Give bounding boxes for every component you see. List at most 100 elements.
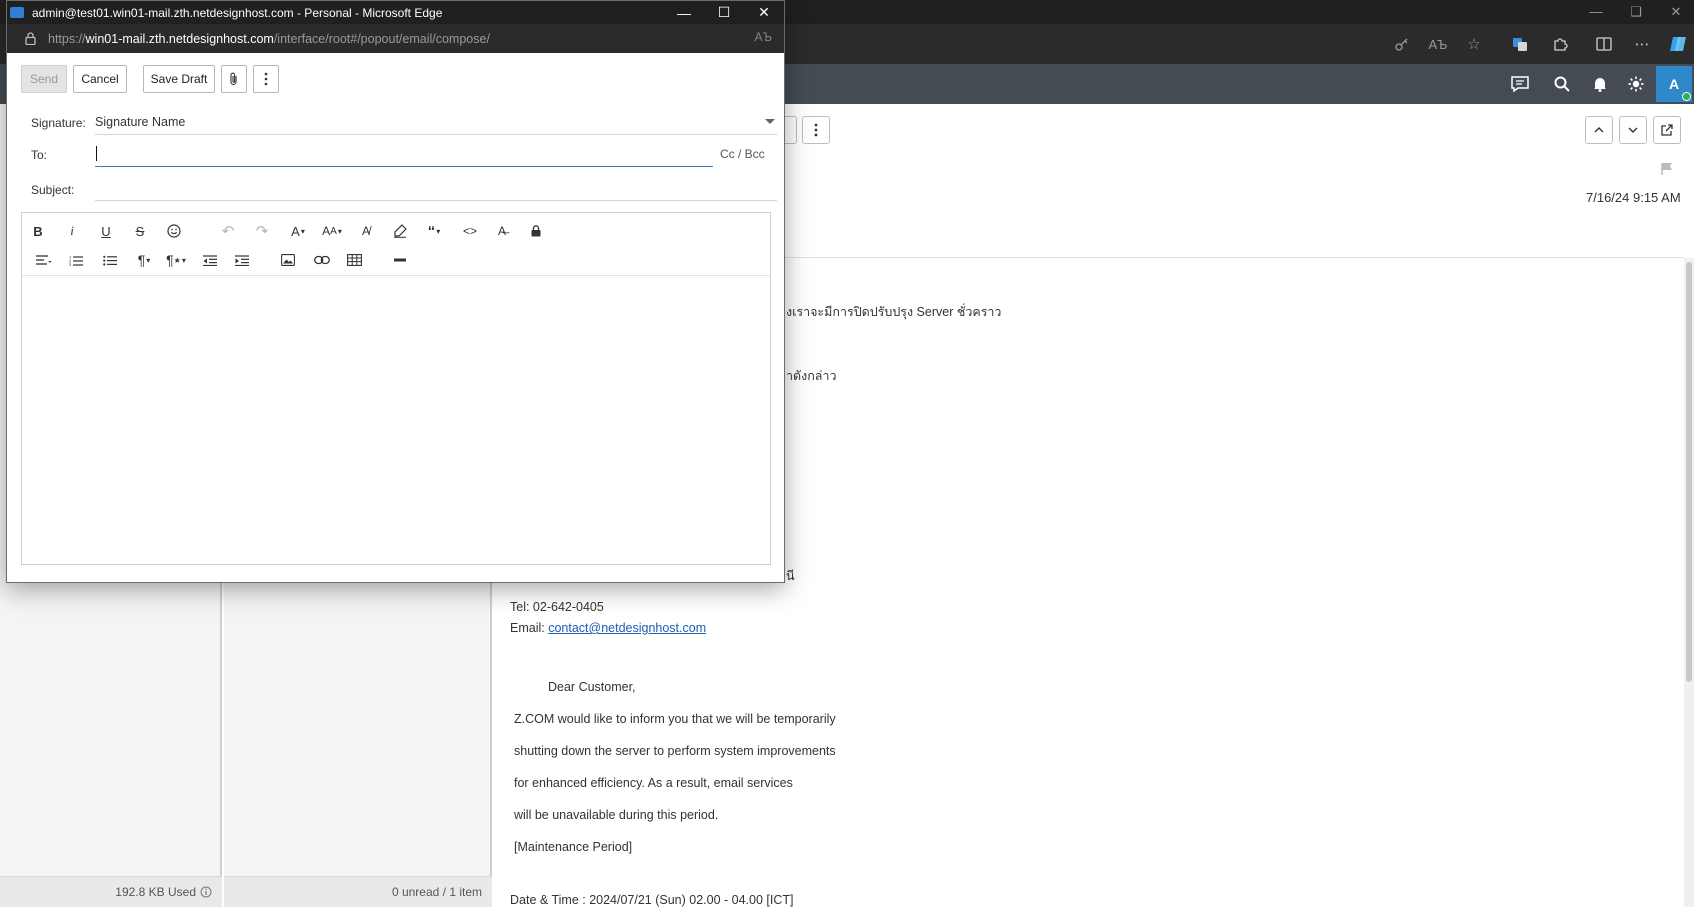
attach-button[interactable]	[221, 65, 247, 93]
lock-icon[interactable]	[524, 219, 548, 243]
editor-body[interactable]	[22, 276, 770, 564]
clear-format-icon[interactable]: A̶	[490, 219, 514, 243]
indent-icon[interactable]	[230, 248, 254, 272]
body-paragraph-line: Z.COM would like to inform you that we w…	[514, 712, 836, 726]
underline-icon[interactable]: U	[94, 219, 118, 243]
copilot-icon[interactable]	[1662, 24, 1694, 64]
body-greeting: Dear Customer,	[548, 680, 636, 694]
popup-minimize-icon[interactable]: —	[664, 1, 704, 24]
favorite-star-icon[interactable]: ☆	[1458, 24, 1490, 64]
signature-select[interactable]: Signature Name	[95, 115, 185, 129]
ordered-list-icon[interactable]: 123	[64, 248, 88, 272]
subject-label: Subject:	[31, 183, 75, 197]
notification-bell-icon[interactable]	[1582, 64, 1618, 104]
info-icon[interactable]	[200, 886, 212, 898]
unread-status: 0 unread / 1 item	[224, 876, 492, 907]
italic-icon[interactable]: i	[60, 219, 84, 243]
main-minimize-icon[interactable]: —	[1576, 0, 1616, 24]
previous-message-button[interactable]	[1585, 116, 1613, 144]
paperclip-icon	[229, 72, 239, 86]
redo-icon[interactable]: ↷	[250, 219, 274, 243]
body-email-line: Email: contact@netdesignhost.com	[510, 621, 706, 635]
link-icon[interactable]	[310, 248, 334, 272]
chevron-down-icon[interactable]	[765, 119, 775, 124]
popup-address-bar[interactable]: https://win01-mail.zth.netdesignhost.com…	[7, 24, 784, 53]
message-editor[interactable]: B i U S ↶ ↷ A ▾ A A ▾ A̸ “▾ <> A̶ 1 2 3 …	[21, 212, 771, 565]
theme-sun-icon[interactable]	[1618, 64, 1654, 104]
more-vertical-icon	[264, 72, 268, 86]
message-more-button[interactable]	[802, 116, 830, 144]
key-icon[interactable]	[1386, 24, 1418, 64]
body-paragraph-line: Date & Time : 2024/07/21 (Sun) 02.00 - 0…	[510, 893, 794, 907]
url-prefix: https://	[48, 31, 86, 46]
quote-icon[interactable]: “▾	[422, 219, 446, 243]
storage-used-text: 192.8 KB Used	[115, 885, 196, 899]
main-close-icon[interactable]: ✕	[1656, 0, 1694, 24]
strikethrough-icon[interactable]: S	[128, 219, 152, 243]
body-tel: Tel: 02-642-0405	[510, 600, 604, 614]
search-icon[interactable]	[1544, 64, 1580, 104]
emoji-icon[interactable]	[162, 219, 186, 243]
mail-app-icon	[10, 7, 24, 18]
email-label: Email:	[510, 621, 549, 635]
lock-icon[interactable]	[25, 32, 36, 45]
next-message-button[interactable]	[1619, 116, 1647, 144]
text-color-icon[interactable]: A̸	[354, 219, 378, 243]
unordered-list-icon[interactable]	[98, 248, 122, 272]
storage-status: 192.8 KB Used	[0, 876, 222, 907]
image-icon[interactable]	[276, 248, 300, 272]
svg-text:3: 3	[69, 262, 72, 266]
cc-bcc-link[interactable]: Cc / Bcc	[720, 147, 765, 161]
horizontal-rule-icon[interactable]	[388, 248, 412, 272]
to-label: To:	[31, 148, 48, 162]
reader-scroll-thumb[interactable]	[1686, 262, 1692, 682]
code-icon[interactable]: <>	[458, 219, 482, 243]
table-icon[interactable]	[342, 248, 366, 272]
read-aloud-icon[interactable]: AЪ	[1422, 24, 1454, 64]
paragraph-style-icon[interactable]: ¶ ★ ▾	[164, 248, 188, 272]
unread-summary-text: 0 unread / 1 item	[391, 885, 482, 899]
highlight-icon[interactable]	[388, 219, 412, 243]
font-icon[interactable]: A ▾	[286, 219, 310, 243]
send-button[interactable]: Send	[21, 65, 67, 93]
extensions-icon[interactable]	[1544, 24, 1576, 64]
cancel-button[interactable]: Cancel	[73, 65, 127, 93]
body-paragraph-line: for enhanced efficiency. As a result, em…	[514, 776, 793, 790]
message-date: 7/16/24 9:15 AM	[1586, 190, 1681, 205]
flag-icon[interactable]	[1660, 162, 1674, 179]
popup-close-icon[interactable]: ✕	[744, 1, 784, 24]
avatar[interactable]: A	[1656, 66, 1692, 102]
signature-underline	[95, 134, 777, 135]
outdent-icon[interactable]	[198, 248, 222, 272]
url-path: /interface/root#/popout/email/compose/	[273, 31, 490, 46]
reply-dropdown-edge[interactable]	[785, 116, 797, 144]
split-screen-icon[interactable]	[1588, 24, 1620, 64]
body-paragraph-line: [Maintenance Period]	[514, 840, 633, 854]
to-input[interactable]	[95, 141, 713, 167]
more-menu-icon[interactable]: ⋯	[1626, 24, 1658, 64]
undo-icon[interactable]: ↶	[216, 219, 240, 243]
compose-more-button[interactable]	[253, 65, 279, 93]
text-cursor	[96, 146, 97, 161]
signature-label: Signature:	[31, 116, 86, 130]
popup-read-aloud-icon[interactable]: AЪ	[754, 30, 772, 44]
subject-input[interactable]	[95, 200, 777, 201]
chat-icon[interactable]	[1502, 64, 1538, 104]
translate-icon[interactable]	[1504, 24, 1536, 64]
contact-email-link[interactable]: contact@netdesignhost.com	[548, 621, 706, 635]
main-restore-icon[interactable]: ❑	[1616, 0, 1656, 24]
popup-maximize-icon[interactable]: ☐	[704, 1, 744, 24]
online-status-dot	[1682, 92, 1691, 101]
url-host: win01-mail.zth.netdesignhost.com	[85, 31, 274, 46]
editor-toolbar: B i U S ↶ ↷ A ▾ A A ▾ A̸ “▾ <> A̶ 1 2 3 …	[22, 213, 770, 276]
body-paragraph-line: will be unavailable during this period.	[514, 808, 719, 822]
popout-button[interactable]	[1653, 116, 1681, 144]
save-draft-button[interactable]: Save Draft	[143, 65, 215, 93]
body-thai-line: งเราจะมีการปิดปรับปรุง Server ชั่วคราว	[786, 305, 1002, 319]
align-icon[interactable]	[32, 248, 56, 272]
body-thai-line: าดังกล่าว	[786, 369, 837, 383]
paragraph-icon[interactable]: ¶ ▾	[132, 248, 156, 272]
font-size-icon[interactable]: A A ▾	[318, 219, 346, 243]
avatar-letter: A	[1668, 76, 1680, 92]
bold-icon[interactable]: B	[26, 219, 50, 243]
